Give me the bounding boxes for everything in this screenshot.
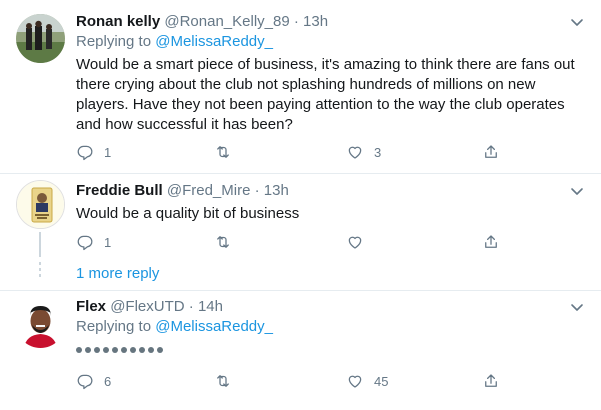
timestamp[interactable]: 14h <box>198 298 223 315</box>
replying-to: Replying to @MelissaReddy_ <box>76 32 587 52</box>
tweet-freddie-bull[interactable]: Freddie Bull @Fred_Mire · 13h Would be a… <box>0 174 601 290</box>
tweet-header: Freddie Bull @Fred_Mire · 13h <box>76 181 587 201</box>
heart-icon <box>348 236 362 249</box>
retweet-icon <box>217 236 229 248</box>
share-button[interactable] <box>482 371 500 391</box>
emoji-content <box>76 340 587 360</box>
mention-link[interactable]: @MelissaReddy_ <box>155 318 273 335</box>
display-name[interactable]: Freddie Bull <box>76 182 163 199</box>
tweet-header: Flex @FlexUTD · 14h <box>76 297 587 317</box>
chevron-down-icon[interactable] <box>567 297 587 317</box>
emoji-icon <box>103 347 109 353</box>
tweet-flex[interactable]: Flex @FlexUTD · 14h Replying to @Melissa… <box>0 291 601 410</box>
emoji-icon <box>148 347 154 353</box>
separator-dot: · <box>188 298 194 315</box>
retweet-button[interactable] <box>214 142 242 162</box>
avatar[interactable] <box>16 299 65 348</box>
emoji-icon <box>112 347 118 353</box>
display-name[interactable]: Flex <box>76 298 106 315</box>
emoji-icon <box>130 347 136 353</box>
reply-count: 1 <box>104 234 112 250</box>
tweet-actions: 1 <box>76 232 506 252</box>
separator-dot: · <box>293 13 299 30</box>
retweet-button[interactable] <box>214 232 242 252</box>
reply-icon <box>77 374 93 390</box>
thread-dots <box>39 262 41 280</box>
user-handle[interactable]: @Fred_Mire <box>167 182 251 199</box>
heart-icon <box>348 375 362 388</box>
chevron-down-icon[interactable] <box>567 181 587 201</box>
share-icon <box>485 374 497 387</box>
more-replies-link[interactable]: 1 more reply <box>76 264 159 284</box>
share-icon <box>485 145 497 158</box>
retweet-icon <box>217 146 229 158</box>
reply-count: 6 <box>104 373 112 389</box>
reply-icon <box>77 235 93 251</box>
retweet-button[interactable] <box>214 371 242 391</box>
tweet-actions: 6 45 <box>76 371 506 391</box>
user-handle[interactable]: @Ronan_Kelly_89 <box>164 13 289 30</box>
like-button[interactable]: 45 <box>346 371 388 391</box>
reply-button[interactable]: 1 <box>76 232 111 252</box>
timestamp[interactable]: 13h <box>303 13 328 30</box>
reply-button[interactable]: 6 <box>76 371 111 391</box>
replying-to-label: Replying to <box>76 33 156 50</box>
emoji-icon <box>139 347 145 353</box>
like-count: 45 <box>374 373 389 389</box>
tweet-actions: 1 3 <box>76 142 506 162</box>
share-button[interactable] <box>482 232 500 252</box>
user-handle[interactable]: @FlexUTD <box>110 298 184 315</box>
chevron-down-icon[interactable] <box>567 12 587 32</box>
share-icon <box>485 235 497 248</box>
like-button[interactable] <box>346 232 374 252</box>
mention-link[interactable]: @MelissaReddy_ <box>155 33 273 50</box>
retweet-icon <box>217 375 229 387</box>
emoji-icon <box>94 347 100 353</box>
reply-icon <box>77 145 93 161</box>
replying-to: Replying to @MelissaReddy_ <box>76 317 587 337</box>
like-button[interactable]: 3 <box>346 142 381 162</box>
reply-count: 1 <box>104 144 112 160</box>
emoji-icon <box>85 347 91 353</box>
avatar[interactable] <box>16 14 65 63</box>
emoji-icon <box>157 347 163 353</box>
emoji-icon <box>121 347 127 353</box>
tweet-text: Would be a smart piece of business, it's… <box>76 56 575 133</box>
tweet-ronan-kelly[interactable]: Ronan kelly @Ronan_Kelly_89 · 13h Replyi… <box>0 0 601 173</box>
display-name[interactable]: Ronan kelly <box>76 13 160 30</box>
emoji-icon <box>76 347 82 353</box>
tweet-header: Ronan kelly @Ronan_Kelly_89 · 13h <box>76 12 587 32</box>
avatar[interactable] <box>16 180 65 229</box>
separator-dot: · <box>254 182 260 199</box>
share-button[interactable] <box>482 142 500 162</box>
replying-to-label: Replying to <box>76 318 156 335</box>
timestamp[interactable]: 13h <box>264 182 289 199</box>
tweet-text: Would be a quality bit of business <box>76 205 300 222</box>
heart-icon <box>348 146 362 159</box>
thread-line <box>39 232 41 257</box>
reply-button[interactable]: 1 <box>76 142 111 162</box>
like-count: 3 <box>374 144 382 160</box>
